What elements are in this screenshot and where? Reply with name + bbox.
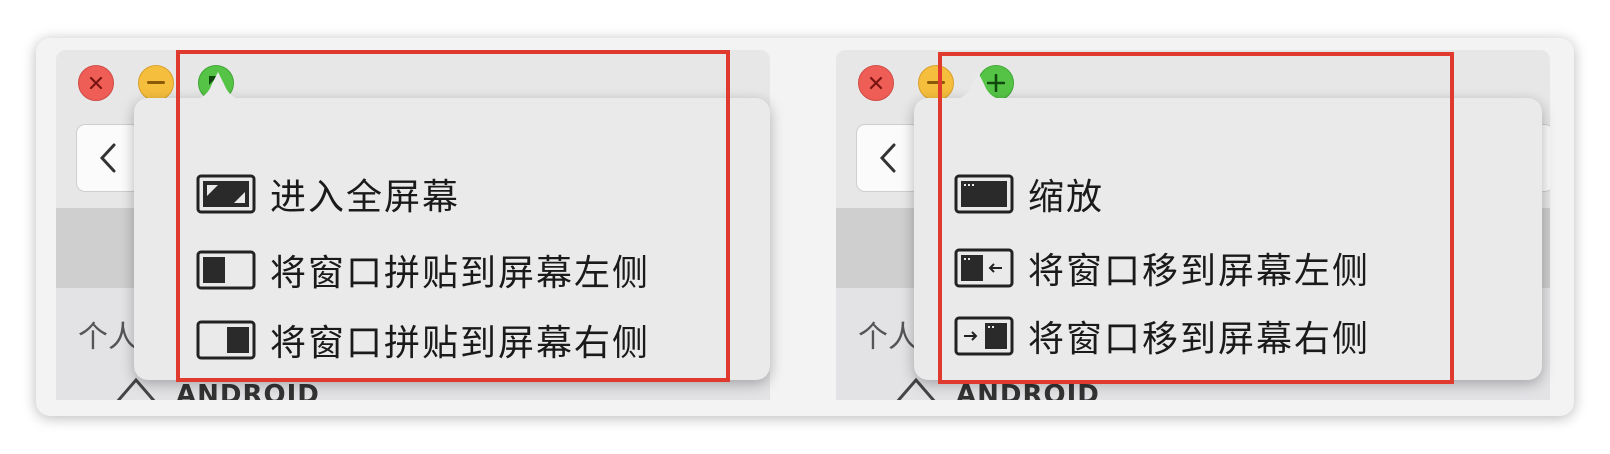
minus-icon bbox=[147, 81, 165, 84]
minus-icon bbox=[927, 81, 945, 84]
menu-item-tile-right[interactable]: 将窗口拼贴到屏幕右侧 bbox=[196, 314, 650, 366]
popover-notch bbox=[190, 72, 246, 100]
zoom-window-icon bbox=[954, 174, 1014, 214]
menu-item-move-left[interactable]: 将窗口移到屏幕左侧 bbox=[954, 242, 1370, 294]
chevron-left-icon bbox=[99, 143, 116, 173]
move-right-icon bbox=[954, 316, 1014, 356]
menu-item-label: 将窗口拼贴到屏幕左侧 bbox=[270, 253, 651, 294]
menu-item-enter-fullscreen[interactable]: 进入全屏幕 bbox=[196, 168, 460, 220]
menu-item-label: 将窗口移到屏幕左侧 bbox=[1028, 251, 1371, 292]
minimize-button[interactable] bbox=[138, 65, 174, 101]
menu-item-move-right[interactable]: 将窗口移到屏幕右侧 bbox=[954, 310, 1370, 362]
back-button[interactable] bbox=[76, 124, 140, 192]
sidebar-item-label: ANDROID bbox=[956, 380, 1100, 400]
sidebar-item-label: ANDROID bbox=[176, 380, 320, 400]
fullscreen-icon bbox=[196, 174, 256, 214]
right-zoom-menu: 缩放 将窗口移到屏幕左侧 将窗口移到屏幕右侧 bbox=[914, 72, 1542, 380]
menu-item-zoom[interactable]: 缩放 bbox=[954, 168, 1104, 220]
move-left-icon bbox=[954, 248, 1014, 288]
close-button[interactable] bbox=[858, 65, 894, 101]
close-icon bbox=[869, 76, 883, 90]
menu-item-label: 将窗口拼贴到屏幕右侧 bbox=[270, 323, 651, 364]
chevron-left-icon bbox=[879, 143, 896, 173]
left-zoom-menu: 进入全屏幕 将窗口拼贴到屏幕左侧 将窗口拼贴到屏幕右侧 bbox=[134, 72, 770, 380]
menu-item-label: 进入全屏幕 bbox=[270, 177, 461, 218]
sidebar-section-label: 个人 bbox=[78, 320, 138, 355]
tile-right-icon bbox=[196, 320, 256, 360]
popover-notch bbox=[950, 72, 1006, 100]
close-button[interactable] bbox=[78, 65, 114, 101]
close-icon bbox=[89, 76, 103, 90]
tile-left-icon bbox=[196, 250, 256, 290]
menu-item-tile-left[interactable]: 将窗口拼贴到屏幕左侧 bbox=[196, 244, 650, 296]
menu-item-label: 将窗口移到屏幕右侧 bbox=[1028, 319, 1371, 360]
sidebar-section-label: 个人 bbox=[858, 320, 918, 355]
menu-item-label: 缩放 bbox=[1028, 177, 1105, 218]
back-button[interactable] bbox=[856, 124, 920, 192]
minimize-button[interactable] bbox=[918, 65, 954, 101]
